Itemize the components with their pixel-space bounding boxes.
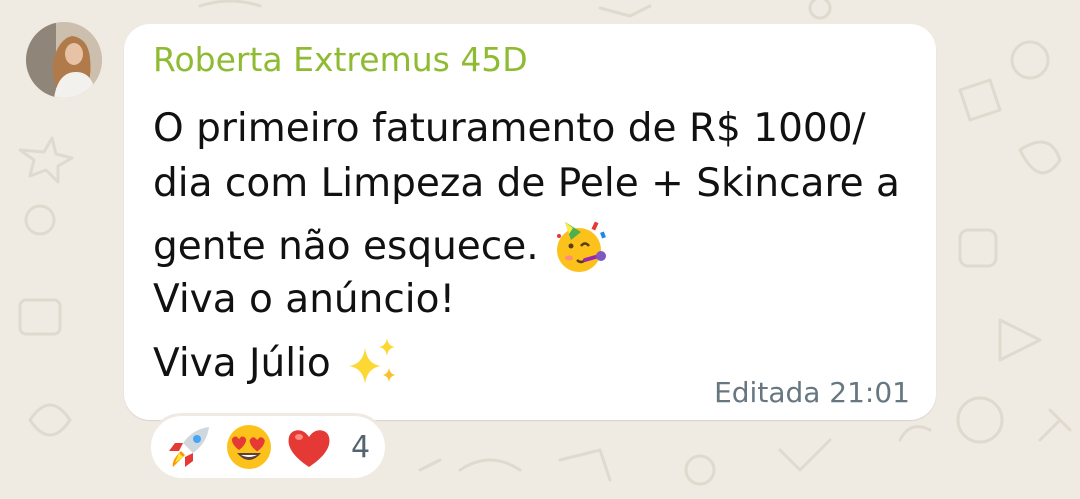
reactions-pill[interactable]: 4 (148, 413, 388, 481)
rocket-icon (169, 427, 209, 467)
message-line-3: gente não esquece. (153, 216, 611, 276)
message-line-2: dia com Limpeza de Pele + Skincare a (153, 161, 900, 206)
message-text-5: Viva Júlio (153, 340, 331, 386)
message-line-1: O primeiro faturamento de R$ 1000/ (153, 106, 866, 151)
message-timestamp: Editada 21:01 (714, 376, 910, 409)
reaction-count: 4 (351, 429, 371, 465)
message-text-4: Viva o anúncio! (153, 277, 456, 322)
red-heart-icon (288, 430, 330, 467)
message-line-5: Viva Júlio (153, 334, 401, 392)
message-line-4: Viva o anúncio! (153, 277, 455, 322)
message-bubble[interactable]: Roberta Extremus 45D O primeiro faturame… (124, 24, 936, 420)
sender-avatar[interactable] (26, 22, 102, 98)
heart-eyes-icon (227, 425, 271, 469)
avatar-photo (26, 22, 102, 98)
message-text-1: O primeiro faturamento de R$ 1000/ (153, 106, 866, 151)
message-text-2: dia com Limpeza de Pele + Skincare a (153, 161, 900, 206)
partying-face-icon (556, 221, 606, 272)
message-text-3: gente não esquece. (153, 223, 539, 269)
sparkles-icon (348, 338, 395, 384)
sender-name[interactable]: Roberta Extremus 45D (153, 40, 528, 79)
